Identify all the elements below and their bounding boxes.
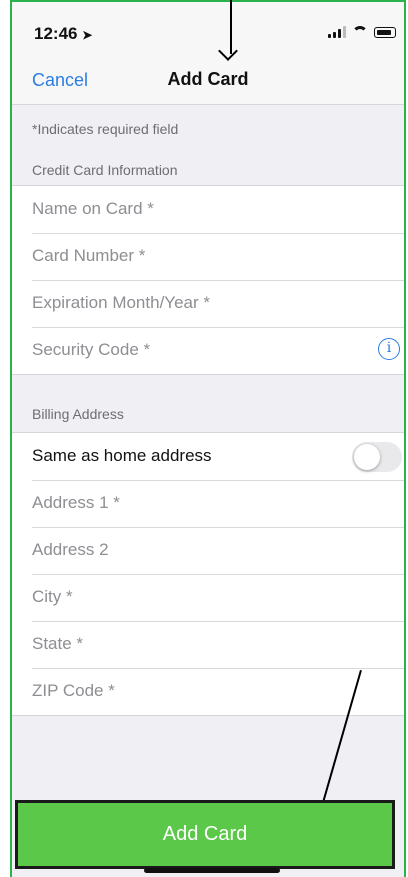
location-arrow-icon: ➤ xyxy=(82,28,93,42)
state-field[interactable]: State * xyxy=(12,621,404,668)
expiration-placeholder: Expiration Month/Year * xyxy=(32,293,210,312)
credit-card-section-header: Credit Card Information xyxy=(32,162,178,178)
zip-code-field[interactable]: ZIP Code * xyxy=(12,668,404,715)
status-time-text: 12:46 xyxy=(34,24,78,43)
home-indicator xyxy=(144,868,280,873)
security-code-placeholder: Security Code * xyxy=(32,340,151,359)
add-card-button-frame: Add Card xyxy=(15,800,395,869)
same-as-home-toggle[interactable] xyxy=(352,442,402,472)
billing-section-header: Billing Address xyxy=(32,406,124,422)
info-icon[interactable]: i xyxy=(378,338,400,360)
status-bar: 12:46 ➤ xyxy=(12,2,404,54)
wifi-icon xyxy=(352,26,368,38)
address1-field[interactable]: Address 1 * xyxy=(12,480,404,527)
state-placeholder: State * xyxy=(32,634,84,653)
same-as-home-row: Same as home address xyxy=(12,433,404,480)
zip-code-placeholder: ZIP Code * xyxy=(32,681,115,700)
nav-bar: Cancel Add Card xyxy=(12,54,404,105)
add-card-button[interactable]: Add Card xyxy=(18,803,392,866)
address1-placeholder: Address 1 * xyxy=(32,493,120,512)
name-on-card-field[interactable]: Name on Card * xyxy=(12,186,404,233)
page-title: Add Card xyxy=(167,69,249,89)
status-time: 12:46 ➤ xyxy=(34,24,92,44)
battery-icon xyxy=(374,26,396,38)
same-as-home-label: Same as home address xyxy=(32,446,212,465)
address2-field[interactable]: Address 2 xyxy=(12,527,404,574)
address2-placeholder: Address 2 xyxy=(32,540,109,559)
city-field[interactable]: City * xyxy=(12,574,404,621)
security-code-field[interactable]: Security Code * i xyxy=(12,327,404,374)
billing-group: Same as home address Address 1 * Address… xyxy=(12,432,404,716)
signal-icon xyxy=(328,26,346,38)
credit-card-group: Name on Card * Card Number * Expiration … xyxy=(12,185,404,375)
phone-screen: 12:46 ➤ Cancel Add Card *Indicates requi… xyxy=(10,0,406,877)
required-note: *Indicates required field xyxy=(32,121,179,137)
card-number-field[interactable]: Card Number * xyxy=(12,233,404,280)
status-icons xyxy=(328,26,396,38)
expiration-field[interactable]: Expiration Month/Year * xyxy=(12,280,404,327)
name-on-card-placeholder: Name on Card * xyxy=(32,199,154,218)
city-placeholder: City * xyxy=(32,587,73,606)
card-number-placeholder: Card Number * xyxy=(32,246,146,265)
toggle-knob xyxy=(354,444,380,470)
